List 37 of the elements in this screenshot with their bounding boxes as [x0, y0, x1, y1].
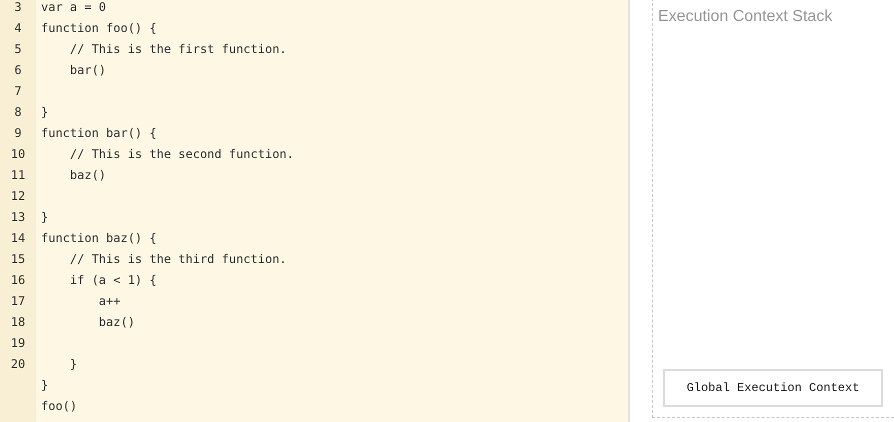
line-number: 18 — [10, 314, 26, 328]
code-line: function baz() { — [41, 230, 157, 244]
code-line: bar() — [68, 62, 106, 76]
code-line: // This is the second function. — [68, 146, 294, 160]
code-line: a++ — [98, 294, 120, 308]
code-line: } — [41, 104, 48, 118]
line-number: 6 — [14, 62, 22, 76]
line-number: 11 — [10, 168, 26, 182]
code-line: } — [68, 356, 78, 370]
line-number: 3 — [14, 0, 22, 14]
code-line: function bar() { — [41, 126, 157, 140]
line-number: 15 — [10, 252, 26, 266]
line-number: 12 — [10, 188, 26, 202]
stack-title: Execution Context Stack — [658, 8, 834, 26]
code-line: } — [41, 210, 48, 224]
code-line: // This is the third function. — [68, 252, 287, 266]
line-number: 13 — [10, 210, 26, 224]
line-number: 17 — [10, 294, 26, 308]
code-line: baz() — [98, 314, 135, 328]
line-number: 7 — [14, 84, 22, 98]
code-line: baz() — [68, 168, 106, 182]
code-line: foo() — [41, 398, 78, 412]
line-number: 20 — [10, 356, 26, 370]
context-frame: Global Execution Context — [663, 369, 883, 407]
code-line: var a = 0 — [41, 0, 106, 14]
code-line: if (a < 1) { — [68, 272, 157, 286]
line-number: 19 — [10, 336, 26, 350]
line-number: 8 — [14, 104, 22, 118]
line-number: 16 — [10, 272, 26, 286]
code-line: } — [41, 378, 48, 392]
code-line: function foo() { — [41, 20, 157, 34]
line-number: 14 — [10, 230, 26, 244]
line-number: 10 — [10, 146, 26, 160]
line-number: 9 — [14, 126, 22, 140]
line-number: 4 — [14, 20, 22, 34]
code-line: // This is the first function. — [68, 42, 287, 56]
line-number: 5 — [14, 42, 22, 56]
